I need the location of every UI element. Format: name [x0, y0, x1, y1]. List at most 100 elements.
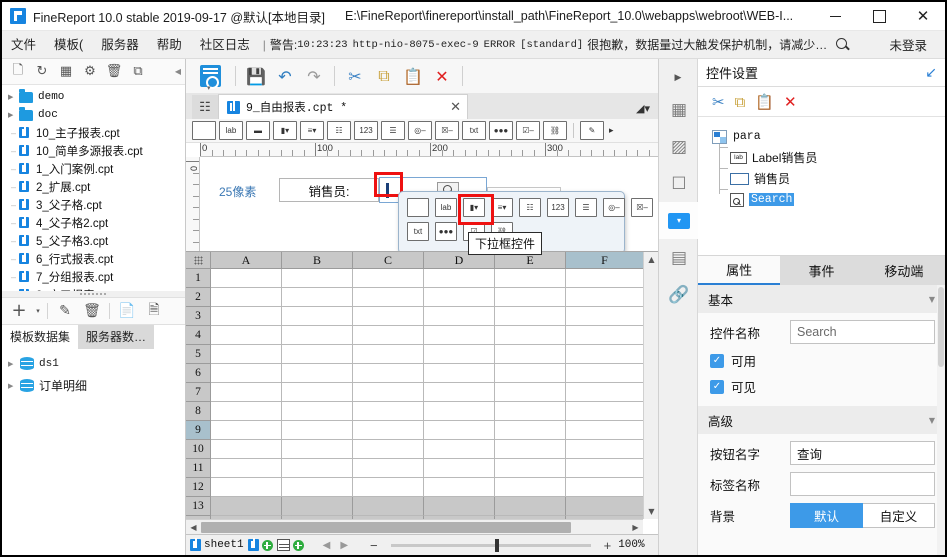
- close-button[interactable]: ✕: [901, 2, 945, 31]
- background-custom-button[interactable]: 自定义: [863, 503, 935, 528]
- row-header[interactable]: 13: [186, 497, 211, 516]
- radiogroup-icon[interactable]: ◎–: [603, 198, 625, 217]
- preview-run-icon[interactable]: ▾: [192, 59, 228, 93]
- rail-expand-icon[interactable]: ▶: [659, 65, 697, 91]
- grid-cell[interactable]: [211, 364, 282, 383]
- param-label-widget[interactable]: 销售员:: [279, 178, 379, 202]
- template-tree-item[interactable]: – 5_父子格3.cpt: [2, 232, 185, 250]
- trash-icon[interactable]: 🗑: [79, 300, 105, 322]
- close-icon[interactable]: ✕: [430, 99, 461, 115]
- template-tree-item[interactable]: – 6_行式报表.cpt: [2, 250, 185, 268]
- grid-cell[interactable]: [282, 383, 353, 402]
- grid-cell[interactable]: [495, 269, 566, 288]
- enabled-checkbox[interactable]: ✓: [710, 353, 724, 368]
- zoom-slider[interactable]: [390, 538, 591, 552]
- template-tree-item[interactable]: ▶ demo: [2, 88, 185, 106]
- grid-cell[interactable]: [282, 269, 353, 288]
- template-frame-icon[interactable]: ▤: [659, 239, 699, 276]
- copy-icon[interactable]: ⧉: [127, 62, 149, 82]
- grid-cell[interactable]: [282, 345, 353, 364]
- menu-template[interactable]: 模板(: [45, 31, 92, 58]
- datepicker-widget-icon[interactable]: ☷: [327, 121, 351, 140]
- tab-properties[interactable]: 属性: [698, 256, 781, 285]
- property-scrollbar[interactable]: [937, 285, 945, 555]
- grid-cell[interactable]: [353, 383, 424, 402]
- visible-checkbox[interactable]: ✓: [710, 379, 724, 394]
- tag-name-input[interactable]: [790, 472, 935, 496]
- hscroll-thumb[interactable]: [201, 521, 571, 533]
- template-tree-item[interactable]: – 4_父子格2.cpt: [2, 214, 185, 232]
- add-template-tab-icon[interactable]: ☷: [192, 95, 218, 119]
- grid-cell[interactable]: [566, 383, 643, 402]
- grid-cell[interactable]: [282, 307, 353, 326]
- float-element-icon[interactable]: ☐: [659, 165, 699, 202]
- grid-cell[interactable]: [282, 402, 353, 421]
- grid-cell[interactable]: [566, 269, 643, 288]
- column-header[interactable]: A: [211, 252, 282, 269]
- field-visible[interactable]: ✓ 可见: [698, 370, 945, 396]
- document-tab[interactable]: 9_自由报表.cpt * ✕: [218, 94, 468, 119]
- grid-cell[interactable]: [211, 269, 282, 288]
- row-header[interactable]: 5: [186, 345, 211, 364]
- grid-cell[interactable]: [566, 307, 643, 326]
- grid-cell[interactable]: [353, 269, 424, 288]
- preview-caret-icon[interactable]: ▾: [207, 84, 211, 92]
- widget-palette-popup[interactable]: lab ▮▾ ≡▾ ☷ 123 ☰ ◎– ☒– txt ●●● ☑ ⛓: [398, 191, 653, 255]
- grid-cell[interactable]: [566, 326, 643, 345]
- column-header[interactable]: C: [353, 252, 424, 269]
- paste-icon[interactable]: 📋: [400, 63, 426, 89]
- row-header[interactable]: 12: [186, 478, 211, 497]
- grid-cell[interactable]: [424, 307, 495, 326]
- prev-sheet-icon[interactable]: ◀: [320, 540, 334, 551]
- row-header[interactable]: 7: [186, 383, 211, 402]
- grid-cell[interactable]: [282, 459, 353, 478]
- pencil-icon[interactable]: ✎: [52, 300, 78, 322]
- grid-cell[interactable]: [211, 402, 282, 421]
- widget-tree-item[interactable]: lab Label销售员: [712, 147, 945, 168]
- widget-tree-item[interactable]: 销售员: [712, 168, 945, 189]
- scroll-left-icon[interactable]: ◀: [186, 520, 201, 535]
- grid-cell[interactable]: [211, 383, 282, 402]
- custom-widget-icon[interactable]: ✎: [580, 121, 604, 140]
- grid-cell[interactable]: [424, 497, 495, 516]
- treecombo-widget-icon[interactable]: ≡▾: [300, 121, 324, 140]
- grid-cell[interactable]: [424, 478, 495, 497]
- add-page-icon[interactable]: [276, 539, 304, 551]
- settings-icon[interactable]: ⚙: [79, 62, 101, 82]
- widget-tree-item[interactable]: Search: [712, 189, 945, 210]
- grid-cell[interactable]: [282, 364, 353, 383]
- grid-cell[interactable]: [211, 288, 282, 307]
- row-header[interactable]: 3: [186, 307, 211, 326]
- grid-cell[interactable]: [495, 364, 566, 383]
- copy-icon[interactable]: ⧉: [371, 63, 397, 89]
- chevron-down-icon[interactable]: ▼: [929, 295, 935, 304]
- grid-cell[interactable]: [211, 478, 282, 497]
- listbox-widget-icon[interactable]: ☰: [381, 121, 405, 140]
- row-header[interactable]: 10: [186, 440, 211, 459]
- sheet-vertical-scrollbar[interactable]: ▲ ▼: [643, 252, 658, 519]
- scroll-up-icon[interactable]: ▲: [644, 252, 658, 267]
- widget-tree-item[interactable]: para: [712, 126, 945, 147]
- select-all-icon[interactable]: [186, 252, 211, 269]
- row-header[interactable]: 4: [186, 326, 211, 345]
- combobox-icon[interactable]: ▮▾: [463, 198, 485, 217]
- menu-server[interactable]: 服务器: [92, 31, 148, 58]
- listbox-icon[interactable]: ☰: [575, 198, 597, 217]
- number-widget-icon[interactable]: 123: [354, 121, 378, 140]
- grid-cell[interactable]: [566, 345, 643, 364]
- menu-file[interactable]: 文件: [2, 31, 45, 58]
- grid-cell[interactable]: [353, 478, 424, 497]
- row-header[interactable]: 11: [186, 459, 211, 478]
- dataset-item[interactable]: ▶ ds1: [2, 353, 185, 375]
- grid-cell[interactable]: [353, 440, 424, 459]
- number-icon[interactable]: 123: [547, 198, 569, 217]
- add-dataset-caret-icon[interactable]: ▾: [33, 300, 43, 322]
- column-header[interactable]: B: [282, 252, 353, 269]
- add-sheet-icon[interactable]: [247, 539, 273, 551]
- textfield-widget-icon[interactable]: [192, 121, 216, 140]
- checkboxgroup-widget-icon[interactable]: ☒–: [435, 121, 459, 140]
- datepicker-icon[interactable]: ☷: [519, 198, 541, 217]
- scroll-down-icon[interactable]: ▼: [644, 504, 658, 519]
- paste-icon[interactable]: 📋: [755, 93, 774, 111]
- sidebar-splitter[interactable]: [2, 290, 185, 297]
